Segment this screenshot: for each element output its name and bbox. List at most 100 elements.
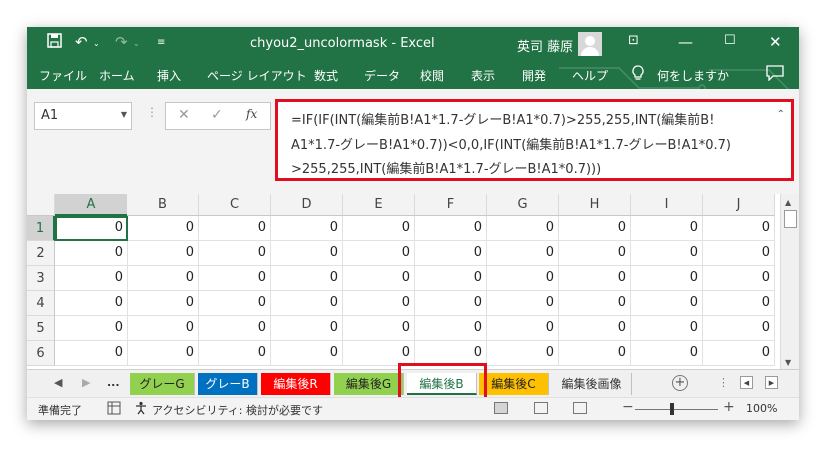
scroll-down-icon[interactable]: ▼	[785, 358, 791, 367]
tab-help[interactable]: ヘルプ	[572, 67, 608, 84]
table-cell[interactable]: 0	[271, 316, 343, 341]
table-cell[interactable]: 0	[631, 341, 703, 366]
add-sheet-button[interactable]: +	[672, 375, 688, 391]
column-header-j[interactable]: J	[703, 194, 775, 216]
row-header-1[interactable]: 1	[27, 216, 55, 241]
column-header-g[interactable]: G	[487, 194, 559, 216]
table-cell[interactable]: 0	[127, 316, 199, 341]
table-cell[interactable]: 0	[127, 266, 199, 291]
zoom-slider-thumb[interactable]	[670, 403, 674, 415]
select-all-corner[interactable]	[27, 194, 55, 216]
table-cell[interactable]: 0	[199, 341, 271, 366]
tab-data[interactable]: データ	[364, 67, 400, 84]
table-cell[interactable]: 0	[55, 241, 128, 266]
normal-view-icon[interactable]	[494, 402, 508, 414]
page-break-preview-icon[interactable]	[573, 402, 587, 414]
table-cell[interactable]: 0	[703, 266, 775, 291]
table-cell[interactable]: 0	[631, 266, 703, 291]
table-cell[interactable]: 0	[271, 241, 343, 266]
table-cell[interactable]: 0	[559, 241, 631, 266]
zoom-in-button[interactable]: +	[723, 399, 735, 415]
scroll-tabs-right-icon[interactable]: ▶	[82, 376, 90, 389]
table-cell[interactable]: 0	[487, 266, 559, 291]
row-header-3[interactable]: 3	[27, 266, 55, 291]
table-cell[interactable]: 0	[559, 266, 631, 291]
row-header-2[interactable]: 2	[27, 241, 55, 266]
table-cell[interactable]: 0	[703, 241, 775, 266]
column-header-b[interactable]: B	[127, 194, 199, 216]
table-cell[interactable]: 0	[199, 266, 271, 291]
row-header-5[interactable]: 5	[27, 316, 55, 341]
table-cell[interactable]: 0	[703, 316, 775, 341]
table-cell[interactable]: 0	[127, 291, 199, 316]
scroll-left-icon[interactable]: ◀	[740, 376, 753, 389]
table-cell[interactable]: 0	[127, 341, 199, 366]
table-cell[interactable]: 0	[631, 241, 703, 266]
save-icon[interactable]	[47, 33, 62, 52]
worksheet-grid[interactable]: ABCDEFGHIJ100000000002000000000030000000…	[27, 194, 799, 369]
column-header-e[interactable]: E	[343, 194, 415, 216]
scroll-tabs-left-icon[interactable]: ◀	[54, 376, 62, 389]
column-header-h[interactable]: H	[559, 194, 631, 216]
column-header-f[interactable]: F	[415, 194, 487, 216]
sheet-tab-6[interactable]: 編集後C	[479, 373, 549, 395]
table-cell[interactable]: 0	[415, 291, 487, 316]
table-cell[interactable]: 0	[487, 241, 559, 266]
table-cell[interactable]: 0	[559, 341, 631, 366]
row-header-4[interactable]: 4	[27, 291, 55, 316]
sheet-tab-7[interactable]: 編集後画像	[552, 373, 632, 395]
vertical-scrollbar[interactable]: ▲ ▼	[780, 194, 799, 369]
more-sheets-button[interactable]: ...	[107, 376, 120, 389]
table-cell[interactable]: 0	[559, 291, 631, 316]
sheet-tab-4[interactable]: 編集後G	[334, 373, 404, 395]
table-cell[interactable]: 0	[127, 216, 199, 241]
avatar[interactable]	[578, 32, 602, 56]
table-cell[interactable]: 0	[559, 216, 631, 241]
formula-input[interactable]: =IF(IF(INT(編集前B!A1*1.7-グレーB!A1*0.7)>255,…	[275, 99, 794, 181]
collapse-formula-icon[interactable]: ⌃	[777, 109, 785, 120]
name-box[interactable]: A1 ▼	[34, 102, 132, 130]
table-cell[interactable]: 0	[343, 241, 415, 266]
undo-dropdown-icon[interactable]: ⌄	[93, 39, 100, 48]
table-cell[interactable]: 0	[703, 216, 775, 241]
zoom-out-button[interactable]: −	[622, 399, 634, 415]
macro-record-icon[interactable]	[107, 401, 121, 418]
user-name[interactable]: 英司 藤原	[517, 36, 573, 55]
column-header-d[interactable]: D	[271, 194, 343, 216]
tell-me-search[interactable]: 何をしますか	[657, 67, 729, 84]
table-cell[interactable]: 0	[415, 241, 487, 266]
scroll-right-icon[interactable]: ▶	[765, 376, 778, 389]
undo-icon[interactable]: ↶	[75, 33, 88, 51]
table-cell[interactable]: 0	[415, 316, 487, 341]
table-cell[interactable]: 0	[487, 216, 559, 241]
table-cell[interactable]: 0	[271, 266, 343, 291]
insert-function-icon[interactable]: fx	[246, 107, 257, 121]
scrollbar-thumb[interactable]	[784, 210, 797, 228]
tab-split-handle-icon[interactable]: ⋮	[718, 376, 729, 389]
cancel-icon[interactable]: ✕	[178, 107, 190, 123]
page-layout-view-icon[interactable]	[534, 402, 548, 414]
table-cell[interactable]: 0	[55, 266, 128, 291]
minimize-icon[interactable]: —	[678, 33, 693, 51]
table-cell[interactable]: 0	[55, 341, 128, 366]
table-cell[interactable]: 0	[487, 316, 559, 341]
row-header-6[interactable]: 6	[27, 341, 55, 366]
sheet-tab-1[interactable]: グレーG	[130, 373, 195, 395]
redo-dropdown-icon[interactable]: ⌄	[133, 39, 140, 48]
tab-developer[interactable]: 開発	[522, 67, 546, 84]
table-cell[interactable]: 0	[343, 291, 415, 316]
table-cell[interactable]: 0	[487, 341, 559, 366]
accessibility-status[interactable]: アクセシビリティ: 検討が必要です	[152, 402, 323, 418]
sheet-tab-2[interactable]: グレーB	[198, 373, 258, 395]
table-cell[interactable]: 0	[343, 266, 415, 291]
accessibility-icon[interactable]	[135, 401, 149, 418]
sheet-tab-3[interactable]: 編集後R	[261, 373, 331, 395]
tab-formulas[interactable]: 数式	[314, 67, 338, 84]
close-icon[interactable]: ✕	[769, 33, 782, 51]
customize-icon[interactable]: ≡	[157, 37, 165, 48]
table-cell[interactable]: 0	[199, 241, 271, 266]
ribbon-display-icon[interactable]: ⊡	[628, 33, 639, 48]
zoom-slider[interactable]	[635, 409, 718, 410]
table-cell[interactable]: 0	[271, 341, 343, 366]
scroll-up-icon[interactable]: ▲	[785, 198, 791, 207]
